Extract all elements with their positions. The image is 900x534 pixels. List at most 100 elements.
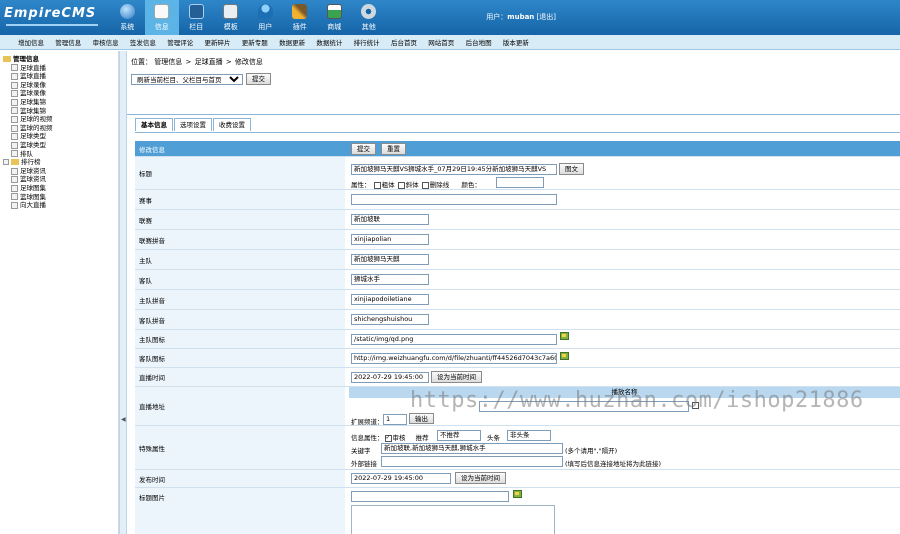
home-logo-input[interactable]: /static/img/qd.png — [351, 334, 557, 345]
nav-plugin[interactable]: 插件 — [283, 0, 318, 35]
bold-checkbox[interactable] — [373, 181, 381, 189]
tree-item[interactable]: 足球直播 — [3, 64, 53, 73]
tree-item[interactable]: 向大直播 — [3, 201, 53, 210]
top-submit-button[interactable]: 提交 — [246, 73, 271, 85]
row-match-pinyin: 联赛拼音 xinjiapolian — [135, 230, 900, 250]
publish-time-input[interactable]: 2022-07-29 19:45:00 — [351, 473, 451, 484]
shop-icon — [326, 4, 342, 19]
match-pinyin-input[interactable]: xinjiapolian — [351, 234, 429, 245]
select-image-icon[interactable] — [560, 352, 569, 360]
subnav-version-update[interactable]: 版本更新 — [503, 37, 529, 47]
subnav-data-update[interactable]: 数据更新 — [279, 37, 305, 47]
sub-nav: 增加信息 管理信息 审核信息 签发信息 管理评论 更新碎片 更新专题 数据更新 … — [0, 35, 900, 50]
title-pic-button[interactable]: 图文 — [559, 163, 584, 175]
tree-item[interactable]: 篮球录像 — [3, 89, 53, 98]
tab-fees[interactable]: 收费设置 — [213, 118, 251, 131]
tab-basic-info[interactable]: 基本信息 — [135, 118, 173, 131]
form-reset-button[interactable]: 重置 — [381, 143, 406, 155]
ext-output-button[interactable]: 输出 — [409, 413, 434, 424]
nav-column[interactable]: 栏目 — [179, 0, 214, 35]
subnav-admin-map[interactable]: 后台地图 — [466, 37, 492, 47]
review-checkbox[interactable] — [384, 434, 392, 442]
subnav-update-fragments[interactable]: 更新碎片 — [204, 37, 230, 47]
form-submit-button[interactable]: 提交 — [351, 143, 376, 155]
external-link-input[interactable] — [381, 456, 563, 467]
title-pic-input[interactable] — [351, 491, 509, 502]
set-now-button[interactable]: 设为当前时间 — [431, 371, 482, 383]
tree-item[interactable]: 足球图集 — [3, 184, 53, 193]
doc-icon — [11, 90, 18, 98]
tree-item[interactable]: 篮球资讯 — [3, 175, 53, 184]
tree-item[interactable]: 足球集锦 — [3, 98, 53, 107]
crumb-manage-info[interactable]: 管理信息 — [154, 58, 182, 66]
nav-template[interactable]: 模板 — [214, 0, 249, 35]
sidebar: 管理信息 足球直播 篮球直播 足球录像 篮球录像 足球集锦 篮球集锦 足球的视频… — [0, 51, 119, 534]
template-icon — [223, 4, 239, 19]
tree-item[interactable]: 足球类型 — [3, 132, 53, 141]
tree-item[interactable]: 篮球集锦 — [3, 107, 53, 116]
subnav-manage-info[interactable]: 管理信息 — [55, 37, 81, 47]
tree-item[interactable]: 篮球图集 — [3, 193, 53, 202]
tab-options[interactable]: 选项设置 — [174, 118, 212, 131]
publish-set-now-button[interactable]: 设为当前时间 — [455, 472, 506, 484]
subnav-manage-comments[interactable]: 管理评论 — [167, 37, 193, 47]
subnav-site-home[interactable]: 网站首页 — [428, 37, 454, 47]
doc-icon — [11, 72, 18, 80]
subnav-update-topics[interactable]: 更新专题 — [242, 37, 268, 47]
top-nav: 系统 信息 栏目 模板 用户 插件 商城 其他 — [110, 0, 386, 35]
headline-select[interactable]: 非头条 — [507, 430, 551, 441]
crumb-column[interactable]: 足球直播 — [195, 58, 223, 66]
keywords-input[interactable]: 新加坡联,新加坡狮马天麒,狮城水手 — [381, 443, 563, 454]
nav-other[interactable]: 其他 — [352, 0, 387, 35]
edit-doc-icon — [154, 4, 170, 19]
subnav-data-stats[interactable]: 数据统计 — [316, 37, 342, 47]
collapse-arrow-icon[interactable]: ◀ — [121, 416, 126, 423]
form-header-row: 修改信息 提交 重置 — [135, 141, 900, 157]
subnav-rank-stats[interactable]: 排行统计 — [354, 37, 380, 47]
subnav-admin-home[interactable]: 后台首页 — [391, 37, 417, 47]
breadcrumb: 位置： 管理信息 > 足球直播 > 修改信息 — [131, 58, 263, 66]
away-pinyin-input[interactable]: shichengshuishou — [351, 314, 429, 325]
color-input[interactable] — [496, 177, 544, 188]
subnav-sign-info[interactable]: 签发信息 — [130, 37, 156, 47]
logout-link[interactable]: [退出] — [537, 13, 556, 21]
league-input[interactable] — [351, 194, 557, 205]
nav-system[interactable]: 系统 — [110, 0, 145, 35]
refresh-select[interactable]: 刷新当前栏目、父栏目与首页 — [131, 73, 243, 85]
title-input[interactable]: 新加坡狮马天麒VS狮城水手_07月29日19:45分新加坡狮马天麒VS — [351, 164, 557, 175]
match-input[interactable]: 新加坡联 — [351, 214, 429, 225]
sidebar-splitter[interactable]: ◀ — [119, 51, 127, 534]
user-info: 用户：muban [退出] — [486, 13, 556, 21]
column-tree: 管理信息 足球直播 篮球直播 足球录像 篮球录像 足球集锦 篮球集锦 足球的视频… — [3, 55, 53, 210]
home-input[interactable]: 新加坡狮马天麒 — [351, 254, 429, 265]
live-time-input[interactable]: 2022-07-29 19:45:00 — [351, 372, 429, 383]
tree-root[interactable]: 管理信息 — [3, 55, 53, 64]
nav-user[interactable]: 用户 — [248, 0, 283, 35]
select-image-icon[interactable] — [513, 490, 522, 498]
tree-item[interactable]: 篮球类型 — [3, 141, 53, 150]
tree-item[interactable]: 排队 — [3, 150, 53, 159]
subnav-add-info[interactable]: 增加信息 — [18, 37, 44, 47]
tree-item[interactable]: 篮球直播 — [3, 72, 53, 81]
nav-shop[interactable]: 商城 — [317, 0, 352, 35]
form-header-label: 修改信息 — [135, 141, 345, 156]
away-logo-input[interactable]: http://img.weizhuangfu.com/d/file/zhuant… — [351, 353, 557, 364]
logo-underline — [6, 24, 98, 26]
content-textarea[interactable] — [351, 505, 555, 534]
italic-checkbox[interactable] — [397, 181, 405, 189]
recommend-select[interactable]: 不推荐 — [437, 430, 481, 441]
row-home-pinyin: 主队拼音 xinjiapodoiletiane — [135, 290, 900, 310]
row-home-logo: 主队图标 /static/img/qd.png — [135, 330, 900, 349]
strike-checkbox[interactable] — [421, 181, 429, 189]
subnav-review-info[interactable]: 审核信息 — [93, 37, 119, 47]
nav-info[interactable]: 信息 — [144, 0, 179, 35]
doc-icon — [11, 133, 18, 141]
home-pinyin-input[interactable]: xinjiapodoiletiane — [351, 294, 429, 305]
folder-icon — [3, 56, 11, 63]
top-header: EmpireCMS 系统 信息 栏目 模板 用户 插件 商城 其他 用户：mub… — [0, 0, 900, 35]
select-image-icon[interactable] — [560, 332, 569, 340]
ext-channel-input[interactable]: 1 — [383, 414, 407, 425]
tree-group[interactable]: 排行榜 — [3, 158, 53, 167]
tree-item[interactable]: 足球的视频 — [3, 115, 53, 124]
away-input[interactable]: 狮城水手 — [351, 274, 429, 285]
